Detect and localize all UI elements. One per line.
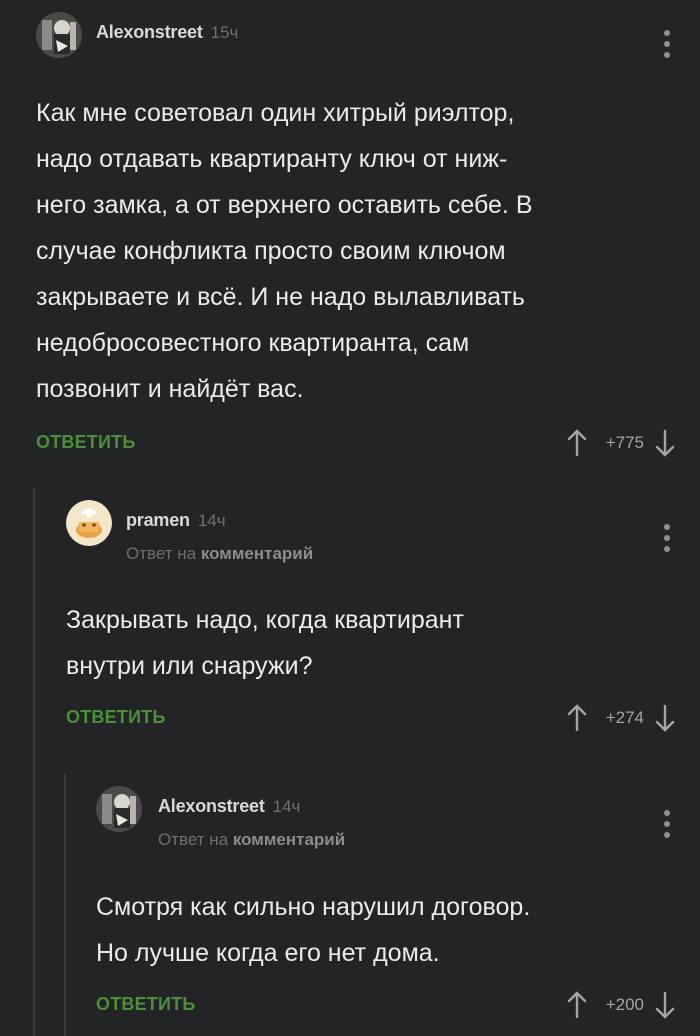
comment-header: Alexonstreet 14ч Ответ на комментарий [96, 786, 700, 856]
reply-button[interactable]: ОТВЕТИТЬ [96, 994, 195, 1015]
rating: +775 [605, 433, 644, 452]
comment-time: 15ч [210, 23, 239, 42]
comment-text: Смотря как сильно нарушил договор. Но лу… [96, 893, 531, 967]
arrow-up-icon[interactable] [566, 428, 588, 458]
comment: pramen 14ч Ответ на комментарий Закрывать… [66, 500, 700, 739]
comment-header: Alexonstreet 15ч [36, 12, 700, 82]
reply-button[interactable]: ОТВЕТИТЬ [36, 432, 135, 453]
comment-text: Закрывать надо, когда квартирант внутри … [66, 606, 464, 680]
arrow-down-icon[interactable] [654, 703, 676, 733]
author-name[interactable]: Alexonstreet [96, 22, 203, 42]
comment-actions: ОТВЕТИТЬ +274 [66, 699, 700, 739]
avatar[interactable] [66, 500, 112, 546]
rating: +200 [605, 995, 644, 1014]
author-name[interactable]: pramen [126, 510, 190, 530]
rating: +274 [605, 708, 644, 727]
comment-text: Как мне советовал один хитрый риэлтор, н… [36, 99, 533, 403]
comment-time: 14ч [197, 511, 226, 530]
comment-time: 14ч [272, 797, 301, 816]
more-vertical-icon[interactable] [664, 810, 670, 840]
arrow-down-icon[interactable] [654, 990, 676, 1020]
comment-header: pramen 14ч Ответ на комментарий [66, 500, 700, 570]
arrow-down-icon[interactable] [654, 428, 676, 458]
vote-controls: +200 [566, 990, 676, 1020]
arrow-up-icon[interactable] [566, 703, 588, 733]
comment-actions: ОТВЕТИТЬ +775 [36, 424, 700, 464]
comment-actions: ОТВЕТИТЬ +200 [96, 986, 700, 1026]
comment: Alexonstreet 14ч Ответ на комментарий Смо… [96, 786, 700, 1026]
thread-line-level-1 [33, 488, 35, 1036]
thread-line-level-2 [64, 774, 66, 1036]
more-vertical-icon[interactable] [664, 30, 670, 60]
comment: Alexonstreet 15ч Как мне советовал один х… [36, 12, 700, 464]
reply-to-link[interactable]: Ответ на комментарий [158, 830, 345, 850]
avatar[interactable] [96, 786, 142, 832]
vote-controls: +274 [566, 703, 676, 733]
vote-controls: +775 [566, 428, 676, 458]
more-vertical-icon[interactable] [664, 524, 670, 554]
avatar[interactable] [36, 12, 82, 58]
arrow-up-icon[interactable] [566, 990, 588, 1020]
reply-to-link[interactable]: Ответ на комментарий [126, 544, 313, 564]
reply-button[interactable]: ОТВЕТИТЬ [66, 707, 165, 728]
author-name[interactable]: Alexonstreet [158, 796, 265, 816]
